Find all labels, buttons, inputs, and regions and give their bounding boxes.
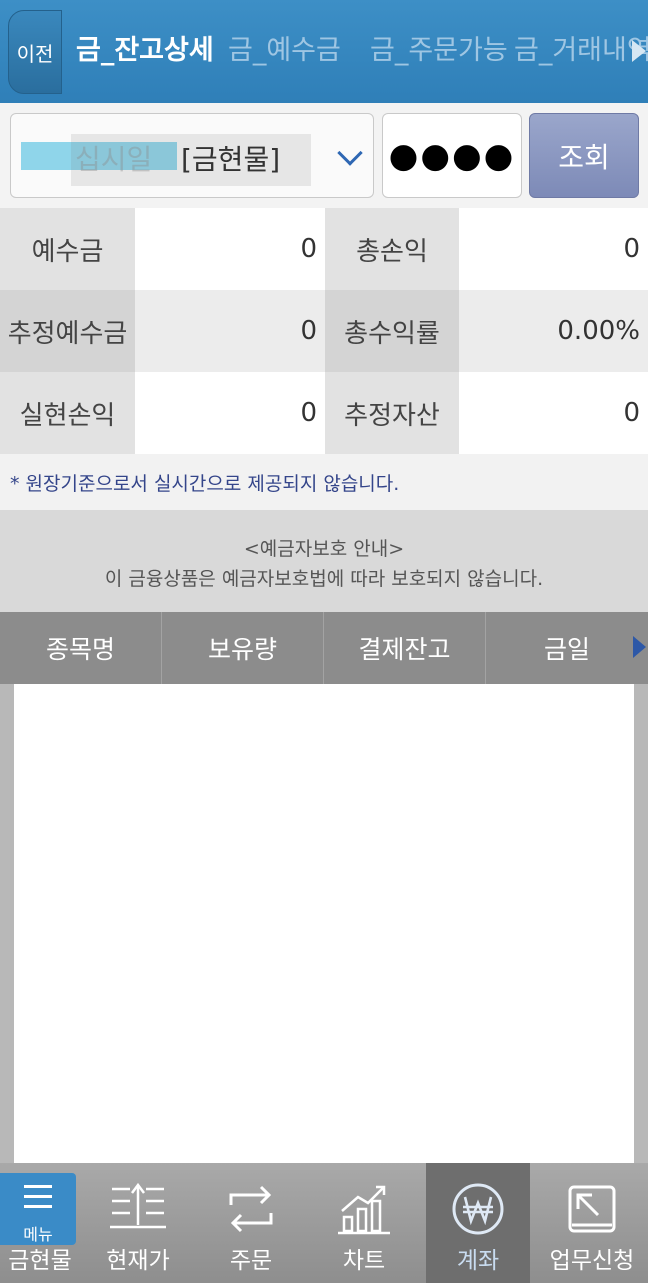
deposit-protection-notice: <예금자보호 안내> 이 금융상품은 예금자보호법에 따라 보호되지 않습니다. [0,510,648,612]
nav-label-chart: 차트 [342,1248,386,1274]
account-row: 십시일 [금현물] ●●●● 조회 [0,103,648,208]
won-icon [452,1183,504,1235]
deposit-label: 예수금 [0,208,135,290]
tab-order-available[interactable]: 금_주문가능 [370,28,508,67]
tab-deposit[interactable]: 금_예수금 [228,28,341,67]
nav-item-order[interactable]: 주문 [204,1163,298,1283]
account-type-label: [금현물] [181,143,281,176]
bottom-nav: 메뉴 금현물 현재가 주문 차트 계좌 업무신청 [0,1163,648,1283]
holdings-table-header: 종목명 보유량 결제잔고 금일 [0,612,648,684]
est-deposit-value: 0 [135,290,325,372]
nav-item-gold[interactable]: 메뉴 금현물 [0,1163,80,1283]
order-icon [229,1185,273,1233]
nav-label-order: 주문 [229,1248,273,1274]
nav-label-account: 계좌 [456,1248,500,1274]
search-button[interactable]: 조회 [529,113,639,198]
summary-row: 실현손익 0 추정자산 0 [0,372,648,454]
summary-row: 추정예수금 0 총수익률 0.00% [0,290,648,372]
request-icon [568,1185,616,1233]
total-return-value: 0.00% [459,290,648,372]
basis-note: * 원장기준으로서 실시간으로 제공되지 않습니다. [0,454,648,510]
nav-label-request: 업무신청 [549,1248,635,1274]
summary-row: 예수금 0 총손익 0 [0,208,648,290]
column-header-today[interactable]: 금일 [486,612,648,684]
est-deposit-label: 추정예수금 [0,290,135,372]
password-field[interactable]: ●●●● [382,113,522,198]
column-header-quantity[interactable]: 보유량 [162,612,324,684]
column-header-settlement[interactable]: 결제잔고 [324,612,486,684]
nav-label-gold: 금현물 [8,1248,72,1274]
deposit-value: 0 [135,208,325,290]
tab-transaction-history[interactable]: 금_거래내역 [514,28,648,67]
est-asset-label: 추정자산 [325,372,459,454]
total-return-label: 총수익률 [325,290,459,372]
table-scroll-right-icon[interactable] [633,636,646,658]
nav-item-account[interactable]: 계좌 [426,1163,530,1283]
nav-item-chart[interactable]: 차트 [316,1163,412,1283]
summary-grid: 예수금 0 총손익 0 추정예수금 0 총수익률 0.00% 실현손익 0 추정… [0,208,648,454]
protection-title: <예금자보호 안내> [243,538,405,560]
nav-label-price: 현재가 [106,1248,170,1274]
realized-pl-label: 실현손익 [0,372,135,454]
prev-button[interactable]: 이전 [8,10,62,94]
column-header-name[interactable]: 종목명 [0,612,162,684]
chevron-down-icon[interactable] [337,140,363,166]
price-icon [110,1182,166,1229]
account-select[interactable]: 십시일 [금현물] [10,113,374,198]
menu-icon [24,1185,52,1215]
realized-pl-value: 0 [135,372,325,454]
total-pl-label: 총손익 [325,208,459,290]
est-asset-value: 0 [459,372,648,454]
tab-scroll-right-icon[interactable] [632,40,646,62]
total-pl-value: 0 [459,208,648,290]
protection-text: 이 금융상품은 예금자보호법에 따라 보호되지 않습니다. [104,568,544,590]
menu-button[interactable]: 메뉴 [0,1173,76,1245]
nav-item-request[interactable]: 업무신청 [538,1163,646,1283]
chart-icon [338,1185,390,1235]
tab-balance-detail[interactable]: 금_잔고상세 [76,28,214,67]
top-tab-bar: 이전 금_잔고상세 금_예수금 금_주문가능 금_거래내역 [0,0,648,103]
holdings-table-body [14,684,634,1163]
nav-item-price[interactable]: 현재가 [90,1163,186,1283]
